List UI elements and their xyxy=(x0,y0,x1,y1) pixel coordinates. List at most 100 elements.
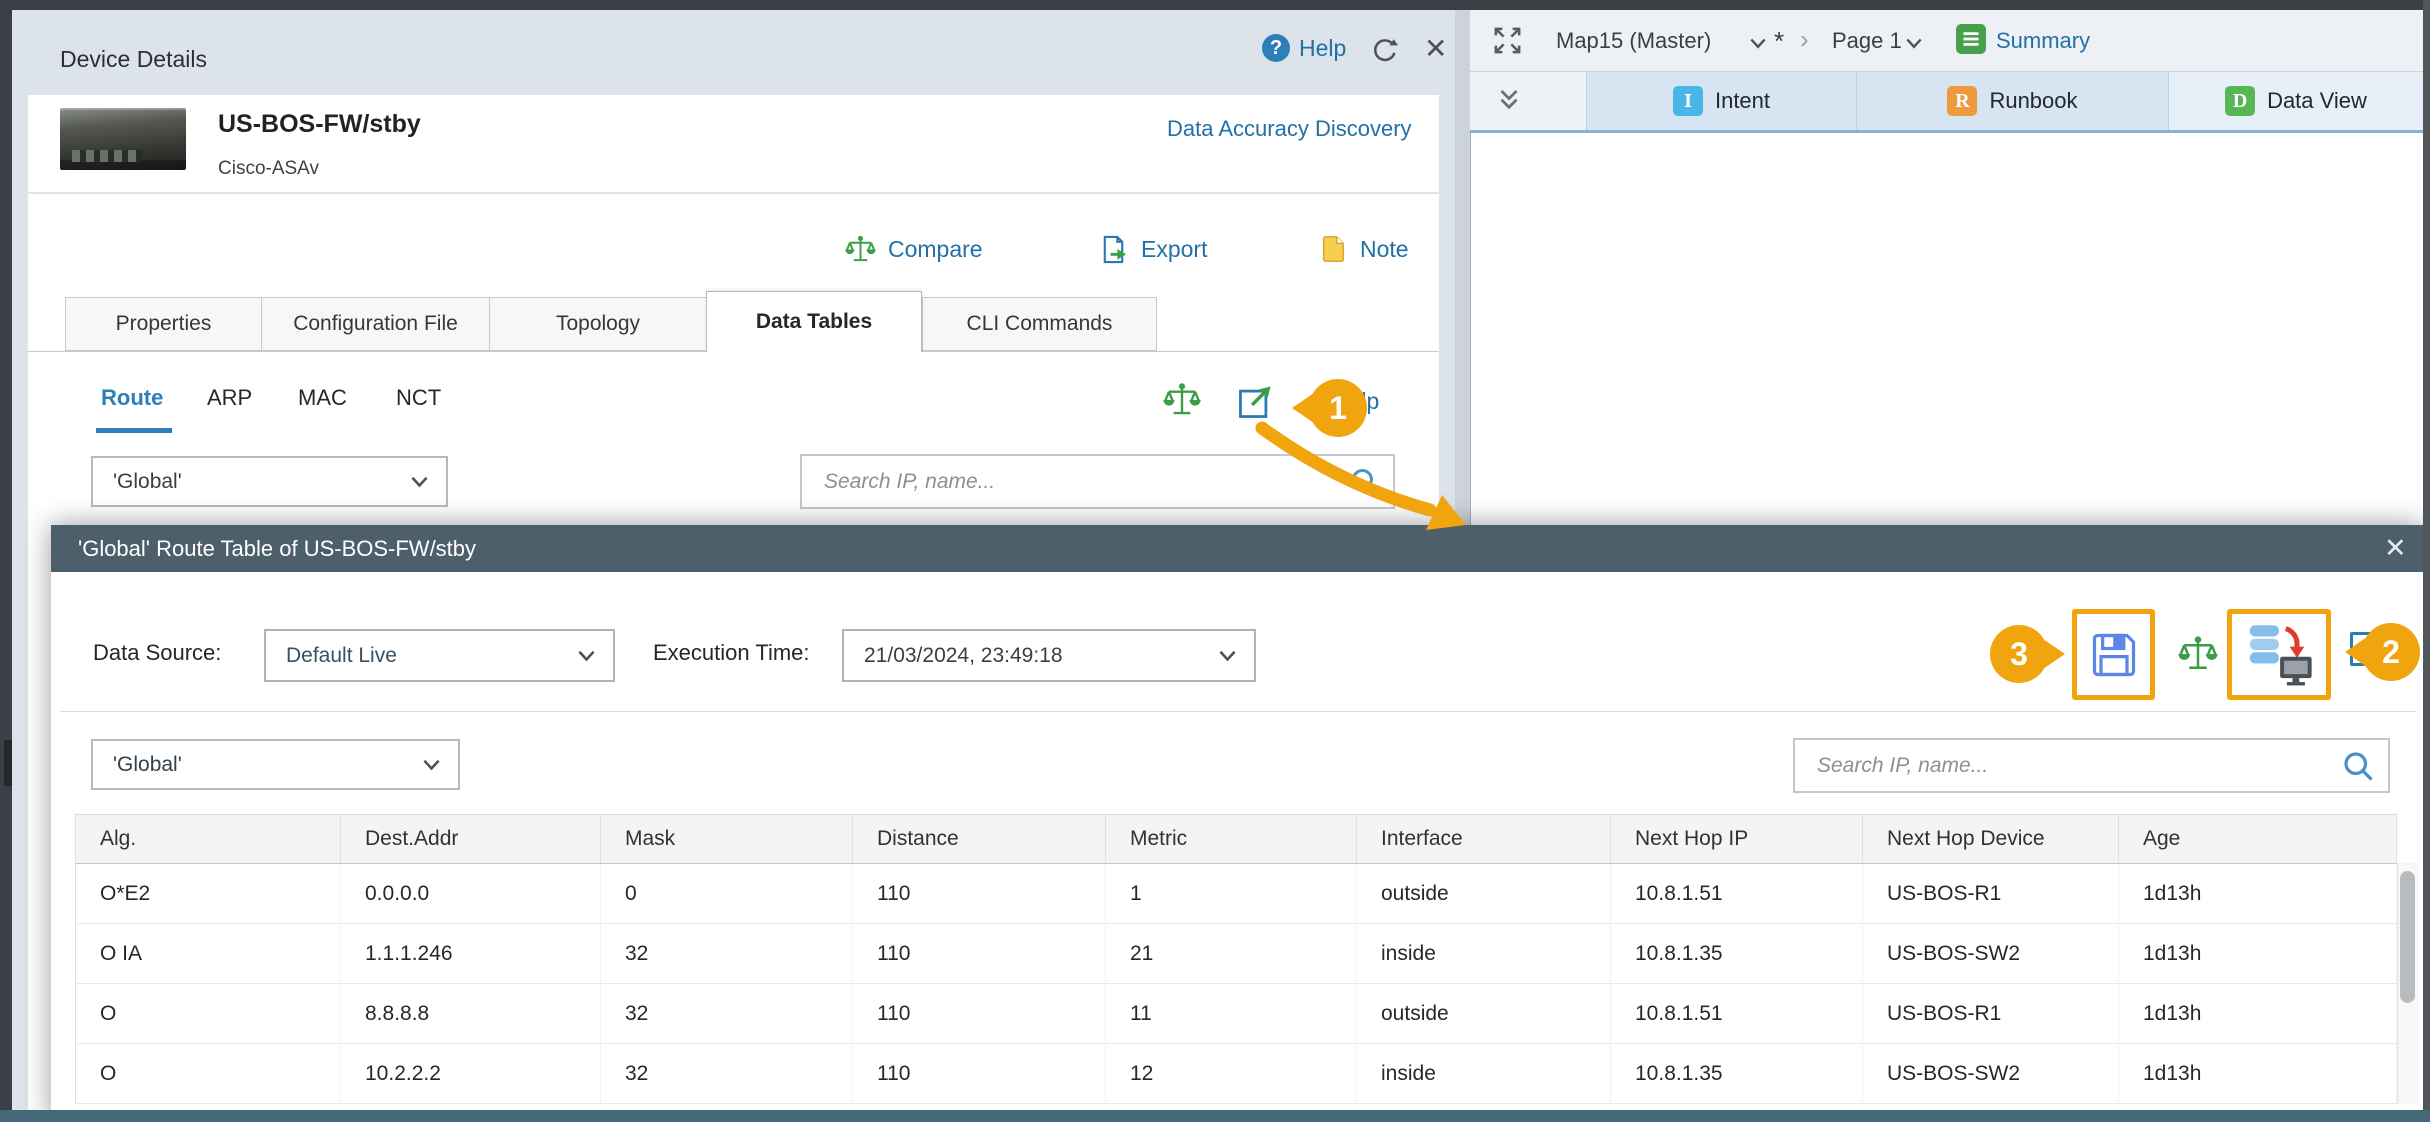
table-cell: inside xyxy=(1357,924,1611,984)
table-cell: 1d13h xyxy=(2119,984,2397,1044)
tab-topology[interactable]: Topology xyxy=(489,297,706,351)
export-button[interactable]: Export xyxy=(1098,234,1207,265)
column-header[interactable]: Next Hop Device xyxy=(1863,815,2119,864)
help-button[interactable]: ? Help xyxy=(1262,34,1346,62)
table-header-row: Alg.Dest.AddrMaskDistanceMetricInterface… xyxy=(76,815,2397,864)
table-row[interactable]: O*E20.0.0.001101outside10.8.1.51US-BOS-R… xyxy=(76,864,2397,924)
column-header[interactable]: Next Hop IP xyxy=(1611,815,1863,864)
column-header[interactable]: Mask xyxy=(601,815,853,864)
retrieve-live-data-icon[interactable] xyxy=(2243,623,2315,686)
route-scope-dropdown[interactable]: 'Global' xyxy=(91,456,448,507)
tab-data-tables[interactable]: Data Tables xyxy=(706,291,922,352)
summary-icon[interactable] xyxy=(1956,24,1986,54)
subtab-arp[interactable]: ARP xyxy=(207,385,252,411)
compare-button[interactable]: Compare xyxy=(845,234,983,265)
data-source-dropdown[interactable]: Default Live xyxy=(264,629,615,682)
callout-badge-3: 3 xyxy=(1990,625,2048,683)
table-cell: 110 xyxy=(853,864,1106,924)
column-header[interactable]: Age xyxy=(2119,815,2397,864)
map-modified-marker: * xyxy=(1774,26,1784,57)
column-header[interactable]: Distance xyxy=(853,815,1106,864)
modal-search-input[interactable] xyxy=(1795,740,2340,791)
chevron-down-icon[interactable] xyxy=(1750,38,1766,49)
execution-time-value: 21/03/2024, 23:49:18 xyxy=(864,644,1063,668)
table-cell: 110 xyxy=(853,924,1106,984)
chevron-down-icon[interactable] xyxy=(1906,38,1922,49)
table-cell: US-BOS-R1 xyxy=(1863,864,2119,924)
tab-data-view[interactable]: D Data View xyxy=(2168,72,2423,130)
compare-modal-icon[interactable] xyxy=(2178,634,2218,674)
runbook-icon: R xyxy=(1947,86,1977,116)
collapse-tabs-icon[interactable] xyxy=(1494,86,1524,116)
modal-scope-dropdown[interactable]: 'Global' xyxy=(91,739,460,790)
device-name: US-BOS-FW/stby xyxy=(218,110,421,139)
window-frame xyxy=(0,1110,2430,1122)
app-window: Device Details ? Help ✕ US-BOS-FW/stby C… xyxy=(0,0,2430,1122)
modal-close-icon[interactable]: ✕ xyxy=(2384,533,2407,564)
table-row[interactable]: O10.2.2.23211012inside10.8.1.35US-BOS-SW… xyxy=(76,1044,2397,1104)
execution-time-dropdown[interactable]: 21/03/2024, 23:49:18 xyxy=(842,629,1256,682)
compare-label: Compare xyxy=(888,236,983,263)
table-cell: 32 xyxy=(601,984,853,1044)
table-cell: O IA xyxy=(76,924,341,984)
window-frame xyxy=(0,0,2430,10)
table-cell: inside xyxy=(1357,1044,1611,1104)
table-cell: 21 xyxy=(1106,924,1357,984)
tab-intent[interactable]: I Intent xyxy=(1586,72,1856,130)
expand-icon[interactable] xyxy=(1492,25,1523,56)
table-cell: 1d13h xyxy=(2119,864,2397,924)
table-cell: 1d13h xyxy=(2119,1044,2397,1104)
note-label: Note xyxy=(1360,236,1409,263)
note-button[interactable]: Note xyxy=(1318,234,1409,264)
table-cell: 10.8.1.51 xyxy=(1611,984,1863,1044)
table-cell: 110 xyxy=(853,984,1106,1044)
tab-properties[interactable]: Properties xyxy=(65,297,261,351)
table-row[interactable]: O8.8.8.83211011outside10.8.1.51US-BOS-R1… xyxy=(76,984,2397,1044)
data-view-icon: D xyxy=(2225,86,2255,116)
compare-table-icon[interactable] xyxy=(1163,381,1201,419)
panel-resize-handle[interactable] xyxy=(4,740,12,786)
breadcrumb-page[interactable]: Page 1 xyxy=(1832,28,1902,54)
table-cell: 10.2.2.2 xyxy=(341,1044,601,1104)
table-scrollbar-thumb[interactable] xyxy=(2400,871,2415,1003)
breadcrumb-separator: › xyxy=(1800,24,1809,55)
data-accuracy-discovery-link[interactable]: Data Accuracy Discovery xyxy=(1167,116,1412,142)
divider xyxy=(1470,130,2423,133)
column-header[interactable]: Dest.Addr xyxy=(341,815,601,864)
subtab-route[interactable]: Route xyxy=(101,385,163,411)
column-header[interactable]: Metric xyxy=(1106,815,1357,864)
refresh-icon[interactable] xyxy=(1370,36,1400,66)
table-cell: 32 xyxy=(601,1044,853,1104)
callout-badge-2: 2 xyxy=(2362,623,2420,681)
subtab-nct[interactable]: NCT xyxy=(396,385,441,411)
subtab-mac[interactable]: MAC xyxy=(298,385,347,411)
help-icon: ? xyxy=(1262,34,1290,62)
tab-runbook[interactable]: R Runbook xyxy=(1856,72,2168,130)
close-icon[interactable]: ✕ xyxy=(1424,32,1447,65)
table-cell: US-BOS-R1 xyxy=(1863,984,2119,1044)
table-cell: 1 xyxy=(1106,864,1357,924)
column-header[interactable]: Alg. xyxy=(76,815,341,864)
table-row[interactable]: O IA1.1.1.2463211021inside10.8.1.35US-BO… xyxy=(76,924,2397,984)
tab-runbook-label: Runbook xyxy=(1989,88,2077,114)
chevron-down-icon xyxy=(1219,650,1236,662)
save-icon[interactable] xyxy=(2088,629,2140,681)
tab-configuration-file[interactable]: Configuration File xyxy=(261,297,489,351)
table-cell: 10.8.1.51 xyxy=(1611,864,1863,924)
tab-data-view-label: Data View xyxy=(2267,88,2367,114)
tab-cli-commands[interactable]: CLI Commands xyxy=(922,297,1157,351)
note-icon xyxy=(1318,234,1348,264)
breadcrumb-map-name[interactable]: Map15 (Master) xyxy=(1556,28,1711,54)
summary-link[interactable]: Summary xyxy=(1996,28,2090,54)
table-cell: US-BOS-SW2 xyxy=(1863,1044,2119,1104)
table-cell: 1d13h xyxy=(2119,924,2397,984)
modal-scope-value: 'Global' xyxy=(113,753,182,777)
route-scope-value: 'Global' xyxy=(113,470,182,494)
data-source-value: Default Live xyxy=(286,644,397,668)
search-icon[interactable] xyxy=(2340,748,2376,784)
column-header[interactable]: Interface xyxy=(1357,815,1611,864)
window-frame xyxy=(2423,0,2430,1122)
divider xyxy=(60,711,2416,712)
execution-time-label: Execution Time: xyxy=(653,640,810,666)
table-cell: 0 xyxy=(601,864,853,924)
